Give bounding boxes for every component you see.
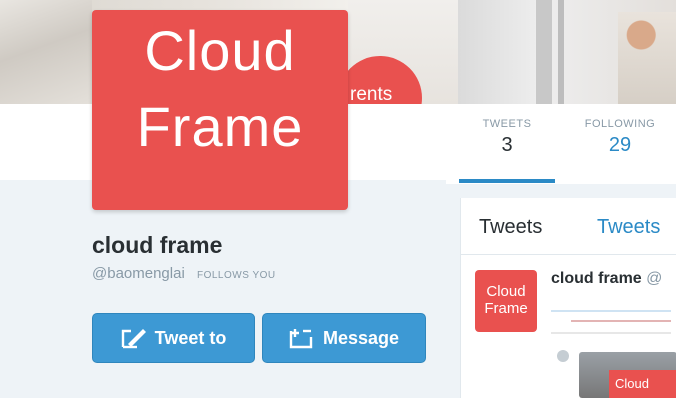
profile-handle: @baomenglai	[92, 265, 185, 282]
tab-tweets[interactable]: Tweets	[479, 216, 542, 239]
tweet-author-avatar[interactable]: Cloud Frame	[475, 270, 537, 332]
tab-tweets-replies[interactable]: Tweets	[597, 216, 660, 239]
retweet-icon[interactable]	[557, 350, 569, 362]
banner-cloth-photo	[0, 0, 92, 104]
tweet-to-button[interactable]: Tweet to	[92, 313, 255, 363]
profile-display-name[interactable]: cloud frame	[92, 232, 222, 259]
profile-stats: TWEETS 3 FOLLOWING 29	[446, 104, 676, 184]
profile-avatar[interactable]: Cloud Frame	[92, 10, 348, 210]
stat-label: TWEETS	[482, 118, 532, 130]
tweet-author-name[interactable]: cloud frame @	[551, 270, 662, 288]
avatar-text-line2: Frame	[136, 95, 304, 158]
message-icon	[289, 327, 315, 349]
tweet-author-handle: @	[646, 270, 663, 287]
tweet-to-label: Tweet to	[154, 327, 227, 348]
timeline-panel: Tweets Tweets Cloud Frame cloud frame @ …	[460, 198, 676, 398]
stat-label: FOLLOWING	[584, 118, 656, 130]
follows-you-badge: FOLLOWS YOU	[196, 270, 276, 281]
message-button[interactable]: Message	[262, 313, 426, 363]
compose-icon	[121, 327, 147, 349]
stat-following[interactable]: FOLLOWING 29	[570, 118, 670, 157]
avatar-text-line1: Cloud	[144, 19, 296, 82]
tweet-author-display-name: cloud frame	[551, 270, 642, 287]
tweet-text-line	[551, 310, 671, 312]
tweet-text-line	[571, 320, 671, 322]
active-stat-indicator	[459, 179, 555, 183]
banner-child-photo	[618, 12, 676, 104]
thumbnail-logo: Cloud	[609, 370, 676, 398]
banner-pillar	[536, 0, 552, 104]
profile-sidebar-background	[0, 180, 446, 398]
banner-text: rents	[350, 84, 393, 104]
profile-handle-row: @baomenglai FOLLOWS YOU	[92, 265, 276, 282]
banner-pillar	[558, 0, 564, 104]
stat-tweets[interactable]: TWEETS 3	[472, 118, 542, 157]
message-label: Message	[322, 327, 400, 348]
stat-value: 29	[608, 134, 632, 156]
avatar-text-line2: Frame	[484, 300, 528, 317]
tweet-media-thumbnail[interactable]: Cloud	[579, 352, 676, 398]
stat-value: 3	[501, 134, 513, 156]
avatar-text-line1: Cloud	[486, 283, 526, 300]
tweet-text-line	[551, 332, 671, 334]
timeline-tabs: Tweets Tweets	[461, 198, 676, 255]
